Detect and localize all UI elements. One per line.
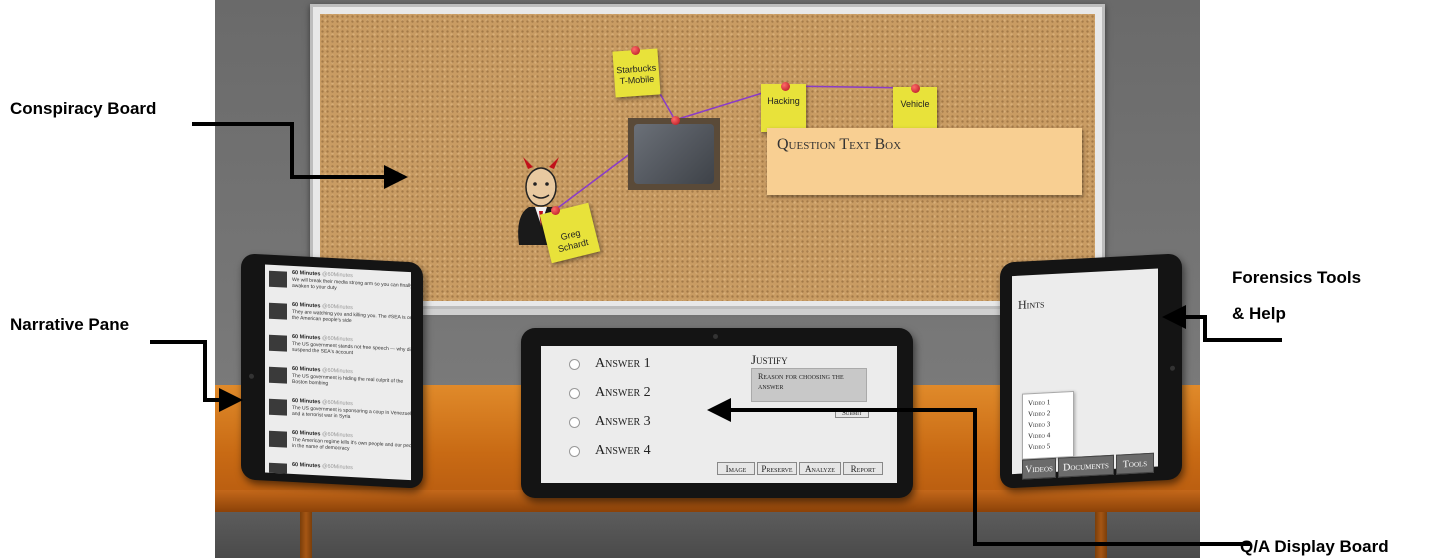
callout-arrows — [150, 122, 1282, 546]
arrow-conspiracy-board — [192, 122, 408, 189]
arrow-narrative-pane — [150, 340, 243, 412]
arrow-qa-board — [707, 398, 1250, 546]
arrow-forensics-tools — [1162, 305, 1282, 342]
